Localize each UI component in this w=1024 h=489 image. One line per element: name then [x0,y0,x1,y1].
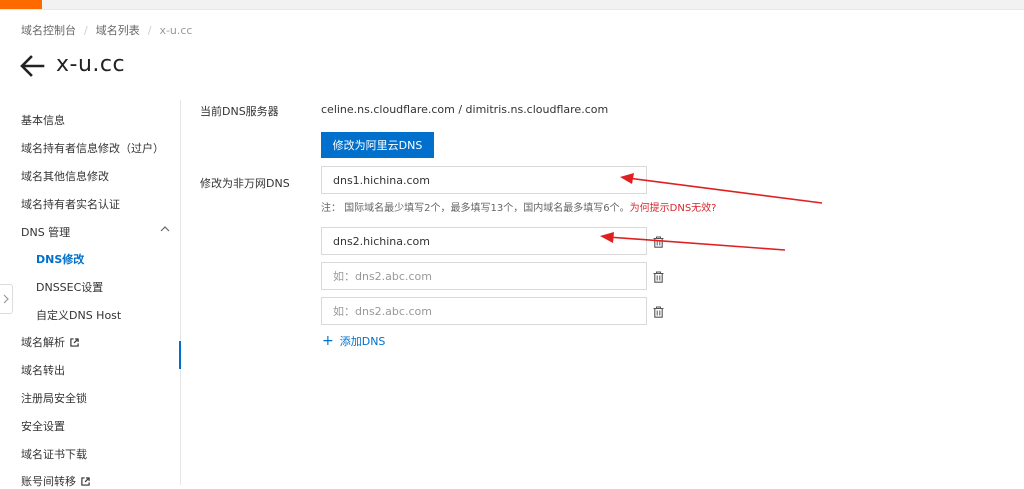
delete-dns2-trash-icon[interactable] [653,236,664,248]
sidebar-item-dns-resolve[interactable]: 域名解析 [21,334,79,350]
sidebar-item-label: 账号间转移 [21,475,76,488]
switch-to-aliyun-dns-button[interactable]: 修改为阿里云DNS [321,132,434,158]
top-bar [0,0,1024,10]
non-wanwang-dns-label: 修改为非万网DNS [200,177,290,190]
sidebar-item-label: 域名证书下载 [21,448,87,461]
current-dns-label: 当前DNS服务器 [200,105,279,118]
sidebar-item-label: 域名持有者实名认证 [21,198,120,211]
sidebar-item-label: 安全设置 [21,420,65,433]
add-dns-label: 添加DNS [339,335,386,348]
sidebar-item-dns-modify[interactable]: DNS修改 [36,251,84,267]
sidebar-item-label: 域名解析 [21,336,65,349]
sidebar-item-label: 域名持有者信息修改（过户） [21,142,164,155]
breadcrumb-domain-list[interactable]: 域名列表 [96,22,140,38]
add-dns-button[interactable]: + 添加DNS [322,333,385,349]
sidebar-item-registry-lock[interactable]: 注册局安全锁 [21,390,87,406]
sidebar-item-account-transfer[interactable]: 账号间转移 [21,473,90,489]
active-indicator [179,341,181,369]
sidebar-item-transfer-out[interactable]: 域名转出 [21,362,65,378]
sidebar-item-label: 自定义DNS Host [36,309,122,322]
top-bar-background [42,0,1024,9]
sidebar-item-custom-dns-host[interactable]: 自定义DNS Host [36,307,121,323]
breadcrumb: 域名控制台 / 域名列表 / x-u.cc [21,22,192,38]
sidebar-item-label: DNS 管理 [21,226,71,239]
dns-invalid-help-link[interactable]: 为何提示DNS无效? [630,203,717,214]
delete-dns3-trash-icon[interactable] [653,271,664,283]
sidebar-item-label: DNS修改 [36,253,85,266]
dns-note-text: 注： 国际域名最少填写2个，最多填写13个，国内域名最多填写6个。 [321,203,630,214]
sidebar-item-label: 域名转出 [21,364,65,377]
current-dns-value: celine.ns.cloudflare.com / dimitris.ns.c… [321,103,609,116]
sidebar-item-security-settings[interactable]: 安全设置 [21,418,65,434]
sidebar-collapse-toggle[interactable] [0,284,13,314]
sidebar-item-basic-info[interactable]: 基本信息 [21,112,65,128]
dns1-input[interactable] [321,166,647,194]
dns-note: 注： 国际域名最少填写2个，最多填写13个，国内域名最多填写6个。为何提示DNS… [321,199,716,214]
sidebar-item-owner-change[interactable]: 域名持有者信息修改（过户） [21,140,164,156]
page-title: x-u.cc [56,52,126,77]
plus-icon: + [322,333,334,349]
sidebar-item-dnssec[interactable]: DNSSEC设置 [36,279,103,295]
delete-dns4-trash-icon[interactable] [653,306,664,318]
dns3-input[interactable] [321,262,647,290]
sidebar-item-cert-download[interactable]: 域名证书下载 [21,446,87,462]
breadcrumb-current: x-u.cc [159,23,193,37]
sidebar-item-label: 注册局安全锁 [21,392,87,405]
sidebar-item-other-info[interactable]: 域名其他信息修改 [21,168,109,184]
dns4-input[interactable] [321,297,647,325]
external-link-icon [81,476,90,486]
chevron-up-icon[interactable] [160,225,170,233]
sidebar-item-label: 域名其他信息修改 [21,170,109,183]
dns2-input[interactable] [321,227,647,255]
back-arrow-icon[interactable] [19,54,45,78]
brand-accent-bar [0,0,42,9]
breadcrumb-domain-console[interactable]: 域名控制台 [21,22,76,38]
breadcrumb-separator: / [147,23,152,37]
chevron-right-icon [3,294,9,304]
external-link-icon [70,337,79,347]
breadcrumb-separator: / [84,23,88,37]
sidebar-item-label: 基本信息 [21,114,65,127]
sidebar-item-realname-auth[interactable]: 域名持有者实名认证 [21,196,120,212]
sidebar-group-dns-management[interactable]: DNS 管理 [21,224,70,240]
sidebar-item-label: DNSSEC设置 [36,281,104,294]
